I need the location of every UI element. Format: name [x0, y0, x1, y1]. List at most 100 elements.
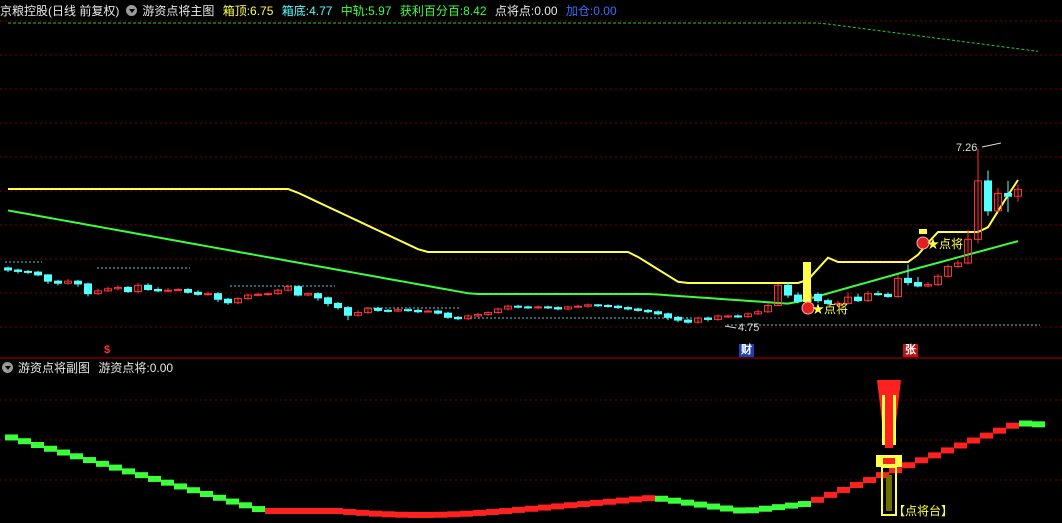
candle-body	[734, 315, 742, 318]
long-ma-line	[8, 22, 1039, 52]
sub-curve-step	[759, 505, 772, 512]
candle-body	[614, 305, 622, 309]
sub-curve-step	[551, 503, 564, 510]
candle-body	[454, 316, 462, 320]
candle-body	[604, 305, 612, 308]
candle-body	[814, 293, 822, 302]
mid-value: 5.97	[368, 4, 392, 18]
sub-curve-step	[148, 475, 161, 482]
sub-curve-step	[746, 507, 759, 514]
candle-body	[704, 317, 712, 320]
candle-body	[414, 309, 422, 313]
sub-curve-step	[694, 501, 707, 508]
candle-body	[1004, 192, 1012, 197]
candle-body	[184, 288, 192, 293]
sub-curve-step	[993, 427, 1006, 434]
candle-body	[314, 293, 322, 299]
sub-indicator-name[interactable]: 游资点将副图	[18, 361, 90, 375]
sub-curve-step	[655, 495, 668, 502]
candle-body	[24, 270, 32, 273]
sub-curve-step	[850, 482, 863, 488]
candle-body	[904, 277, 912, 284]
sub-curve-step	[421, 511, 434, 518]
sub-curve-step	[603, 498, 616, 505]
add-value: 0.00	[593, 4, 617, 18]
sub-curve-step	[1019, 420, 1032, 427]
candle-body	[154, 288, 162, 292]
high-annotation: 7.26	[956, 142, 977, 154]
sub-curve-step	[928, 452, 941, 459]
dropdown-icon[interactable]	[126, 5, 138, 16]
tower-cap-core	[883, 458, 895, 464]
box-top-line	[8, 179, 1019, 284]
tower-stripe	[893, 395, 896, 445]
signal-bar	[919, 229, 927, 234]
tower-top	[877, 380, 901, 448]
sub-curve-step	[941, 447, 954, 454]
sub-curve-step	[187, 487, 200, 494]
sub-value: 0.00	[149, 361, 174, 375]
candle-body	[34, 271, 42, 276]
tower-stripe	[882, 395, 885, 445]
sub-curve-step	[525, 505, 538, 512]
sub-curve-step	[980, 432, 993, 439]
sub-curve-step	[447, 511, 460, 518]
candle-body	[544, 306, 552, 309]
sub-curve-step	[720, 505, 733, 512]
candle-body	[554, 307, 562, 310]
sub-curve-step	[70, 453, 83, 460]
main-indicator-name[interactable]: 游资点将主图	[142, 4, 214, 18]
sub-curve-step	[265, 508, 278, 514]
sub-curve-step	[122, 468, 135, 475]
candle-body	[224, 298, 232, 304]
sub-curve-step	[96, 460, 109, 467]
candle-body	[984, 180, 992, 212]
candle-body	[794, 294, 802, 302]
point-label: 点将点:	[494, 4, 535, 18]
candlestick-chart: ★点将 ★点将 7.26 4.75 【点将台】	[0, 20, 1062, 518]
sub-curve-step	[616, 497, 629, 504]
sub-curve-step	[915, 457, 928, 464]
sub-curve-step	[967, 437, 980, 444]
candle-body	[874, 293, 882, 296]
stock-title[interactable]: 京粮控股(日线 前复权)	[0, 4, 119, 18]
sub-curve-step	[57, 449, 70, 456]
candle-body	[404, 309, 412, 312]
box-bottom-value: 4.77	[309, 4, 333, 18]
cai-marker[interactable]: 财	[739, 344, 754, 357]
mid-label: 中轨:	[340, 4, 369, 18]
candle-body	[14, 269, 22, 272]
sub-curve-step	[902, 462, 915, 469]
sub-curve-step	[460, 510, 473, 517]
candle-body	[294, 286, 302, 296]
sub-curve-step	[577, 501, 590, 508]
candle-body	[124, 286, 132, 293]
candle-body	[4, 267, 12, 271]
sub-curve-step	[174, 483, 187, 490]
sub-curve-step	[681, 499, 694, 506]
sub-curve-step	[954, 442, 967, 449]
sub-curve-step	[668, 497, 681, 504]
sub-curve-step	[135, 472, 148, 479]
candle-body	[664, 313, 672, 318]
candle-body	[374, 307, 382, 311]
main-chart-header: 京粮控股(日线 前复权) 游资点将主图 箱顶:6.75 箱底:4.77 中轨:5.…	[0, 3, 622, 19]
candle-body	[44, 274, 52, 282]
sub-curve-step	[44, 445, 57, 452]
dollar-marker[interactable]: $	[102, 344, 112, 357]
signal-bar	[803, 262, 811, 302]
sub-curve-step	[1032, 421, 1045, 428]
candle-body	[644, 309, 652, 313]
sub-curve-step	[213, 494, 226, 501]
profit-label: 获利百分百:	[399, 4, 464, 18]
candle-body	[254, 293, 262, 296]
candle-body	[854, 296, 862, 302]
candle-body	[624, 307, 632, 310]
zhang-marker[interactable]: 张	[903, 344, 918, 357]
box-top-label: 箱顶:	[222, 4, 251, 18]
sub-curve-step	[564, 502, 577, 509]
candle-body	[204, 293, 212, 296]
sub-curve-step	[18, 438, 31, 445]
dropdown-icon[interactable]	[2, 362, 13, 373]
candle-body	[434, 310, 442, 314]
